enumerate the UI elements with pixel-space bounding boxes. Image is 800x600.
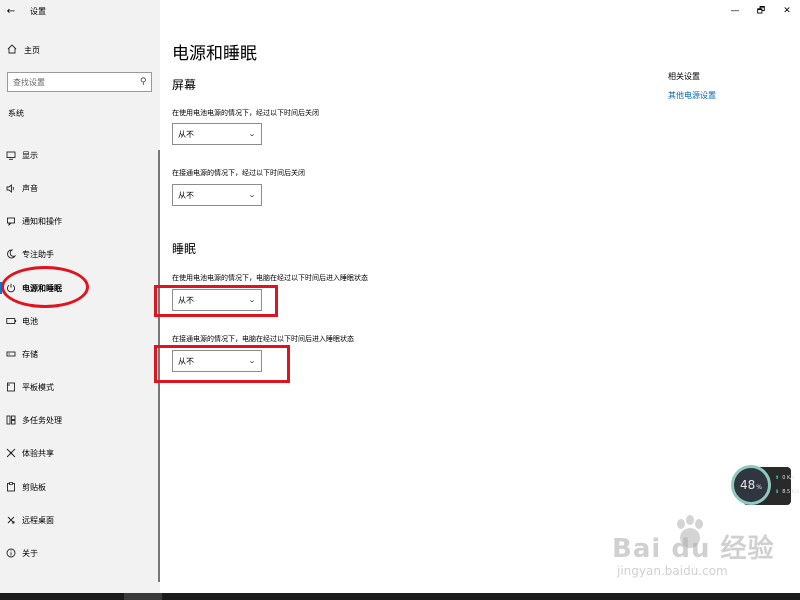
maximize-button[interactable]: 🗗 bbox=[748, 0, 774, 22]
sidebar-item-label: 电池 bbox=[22, 316, 38, 326]
cpu-usage-gauge: 48% bbox=[731, 465, 771, 505]
section-title-screen: 屏幕 bbox=[172, 78, 197, 92]
sidebar-item-label: 远程桌面 bbox=[22, 515, 54, 525]
sidebar-item-label: 体验共享 bbox=[22, 448, 54, 458]
sidebar-item-label: 存储 bbox=[22, 349, 38, 359]
window-controls: — 🗗 ✕ bbox=[722, 0, 800, 22]
power-icon bbox=[0, 283, 22, 293]
multitask-icon bbox=[0, 415, 22, 425]
other-power-settings-link[interactable]: 其他电源设置 bbox=[668, 90, 716, 101]
battery-icon bbox=[0, 317, 22, 325]
section-title-sleep: 睡眠 bbox=[172, 242, 197, 256]
storage-icon bbox=[0, 350, 22, 358]
chevron-down-icon: ⌄ bbox=[247, 191, 257, 199]
app-title: 设置 bbox=[30, 6, 46, 16]
dropdown-value: 从不 bbox=[178, 190, 194, 200]
sidebar-item-multitasking[interactable]: 多任务处理 bbox=[0, 409, 158, 431]
upload-unit: K/s bbox=[786, 475, 795, 481]
download-arrow-icon: ⬇ bbox=[775, 489, 780, 495]
chevron-down-icon: ⌄ bbox=[247, 357, 257, 365]
sidebar-item-label: 专注助手 bbox=[22, 249, 54, 259]
sidebar-item-storage[interactable]: 存储 bbox=[0, 343, 158, 365]
sidebar-item-focus-assist[interactable]: 专注助手 bbox=[0, 243, 158, 265]
sidebar-item-tablet-mode[interactable]: 平板模式 bbox=[0, 376, 158, 398]
sleep-plugged-label: 在接通电源的情况下，电脑在经过以下时间后进入睡眠状态 bbox=[172, 335, 354, 343]
title-bar: ← 设置 bbox=[0, 0, 160, 22]
dropdown-value: 从不 bbox=[178, 295, 194, 305]
upload-speed: ⬆ 0 K/s bbox=[775, 475, 795, 481]
watermark-url: jingyan.baidu.com bbox=[617, 564, 728, 578]
usage-percent: 48 bbox=[740, 478, 756, 492]
home-icon bbox=[0, 43, 24, 57]
watermark-logo: Bai du 经验 bbox=[612, 534, 775, 564]
taskbar bbox=[0, 593, 800, 600]
sidebar-item-home[interactable]: 主页 bbox=[0, 40, 160, 60]
screen-battery-dropdown[interactable]: 从不 ⌄ bbox=[172, 123, 262, 145]
sidebar-item-label: 显示 bbox=[22, 150, 38, 160]
sidebar-item-about[interactable]: 关于 bbox=[0, 542, 158, 564]
sidebar-item-clipboard[interactable]: 剪贴板 bbox=[0, 476, 158, 498]
sidebar-item-label: 平板模式 bbox=[22, 382, 54, 392]
usage-percent-unit: % bbox=[756, 483, 762, 491]
minimize-button[interactable]: — bbox=[722, 0, 748, 22]
sidebar-item-label: 多任务处理 bbox=[22, 415, 62, 425]
sidebar-item-label: 主页 bbox=[24, 45, 40, 55]
sidebar-item-display[interactable]: 显示 bbox=[0, 144, 158, 166]
close-button[interactable]: ✕ bbox=[774, 0, 800, 22]
download-value: 8.5 bbox=[782, 489, 791, 495]
page-title: 电源和睡眠 bbox=[172, 44, 257, 64]
sidebar-item-power-sleep[interactable]: 电源和睡眠 bbox=[0, 277, 158, 299]
speaker-icon bbox=[0, 183, 22, 193]
tablet-icon bbox=[0, 382, 22, 392]
dropdown-value: 从不 bbox=[178, 129, 194, 139]
remote-desktop-icon bbox=[0, 515, 22, 525]
screen-plugged-label: 在接通电源的情况下，经过以下时间后关闭 bbox=[172, 169, 305, 177]
search-placeholder: 查找设置 bbox=[13, 77, 45, 87]
sidebar-item-sound[interactable]: 声音 bbox=[0, 177, 158, 199]
search-input[interactable]: 查找设置 ⚲ bbox=[7, 72, 152, 92]
dropdown-value: 从不 bbox=[178, 356, 194, 366]
screen-plugged-dropdown[interactable]: 从不 ⌄ bbox=[172, 184, 262, 206]
sleep-battery-dropdown[interactable]: 从不 ⌄ bbox=[172, 289, 262, 311]
share-icon bbox=[0, 448, 22, 458]
sidebar-item-battery[interactable]: 电池 bbox=[0, 310, 158, 332]
sidebar-item-shared-experiences[interactable]: 体验共享 bbox=[0, 442, 158, 464]
sidebar-item-notifications[interactable]: 通知和操作 bbox=[0, 210, 158, 232]
back-arrow-icon[interactable]: ← bbox=[0, 6, 22, 17]
sidebar-item-label: 声音 bbox=[22, 183, 38, 193]
sidebar-item-label: 剪贴板 bbox=[22, 482, 46, 492]
screen-battery-label: 在使用电池电源的情况下，经过以下时间后关闭 bbox=[172, 109, 319, 117]
sidebar-group-header: 系统 bbox=[8, 109, 24, 118]
sleep-battery-label: 在使用电池电源的情况下，电脑在经过以下时间后进入睡眠状态 bbox=[172, 274, 368, 282]
main-content: — 🗗 ✕ 电源和睡眠 屏幕 在使用电池电源的情况下，经过以下时间后关闭 从不 … bbox=[154, 0, 800, 593]
network-speed-widget[interactable]: ⬆ 0 K/s ⬇ 8.5 K/s 48% bbox=[731, 465, 799, 509]
sidebar-item-label: 通知和操作 bbox=[22, 216, 62, 226]
chevron-down-icon: ⌄ bbox=[247, 130, 257, 138]
sidebar-item-label: 关于 bbox=[22, 548, 38, 558]
download-speed: ⬇ 8.5 K/s bbox=[775, 489, 799, 495]
sidebar-item-label: 电源和睡眠 bbox=[22, 283, 62, 293]
upload-arrow-icon: ⬆ bbox=[775, 475, 780, 481]
display-icon bbox=[0, 151, 22, 160]
search-icon: ⚲ bbox=[140, 77, 147, 87]
info-icon bbox=[0, 548, 22, 558]
chevron-down-icon: ⌄ bbox=[247, 296, 257, 304]
related-settings-title: 相关设置 bbox=[668, 72, 700, 81]
sidebar-item-remote-desktop[interactable]: 远程桌面 bbox=[0, 509, 158, 531]
sidebar: ← 设置 主页 查找设置 ⚲ 系统 显示 声音 通知和操作 专注助手 电源和睡眠… bbox=[0, 0, 160, 593]
clipboard-icon bbox=[0, 482, 22, 492]
sleep-plugged-dropdown[interactable]: 从不 ⌄ bbox=[172, 350, 262, 372]
notification-icon bbox=[0, 217, 22, 226]
moon-icon bbox=[0, 249, 22, 259]
taskbar-active-item[interactable] bbox=[124, 593, 162, 600]
upload-value: 0 bbox=[782, 475, 786, 481]
download-unit: K/s bbox=[791, 489, 800, 495]
